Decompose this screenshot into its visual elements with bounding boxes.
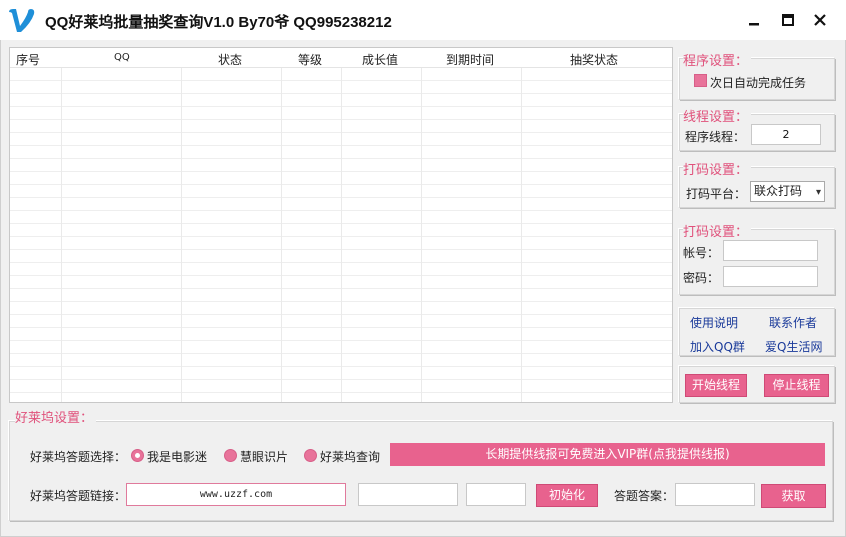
answer-link-input[interactable]: www.uzzf.com	[126, 483, 346, 506]
table-header: 序号 QQ 状态 等级 成长值 到期时间 抽奖状态	[10, 48, 672, 68]
radio-recognize-film[interactable]	[224, 449, 237, 462]
column-header-level[interactable]: 等级	[298, 51, 322, 68]
threads-label: 程序线程：	[685, 130, 746, 144]
start-thread-button[interactable]: 开始线程	[685, 374, 747, 397]
auto-task-checkbox[interactable]	[694, 74, 707, 87]
maximize-icon[interactable]	[778, 10, 798, 30]
join-qq-group-link[interactable]: 加入QQ群	[690, 338, 745, 355]
extra-input-1[interactable]	[358, 483, 458, 506]
app-logo-icon	[9, 9, 35, 32]
auto-task-label: 次日自动完成任务	[710, 76, 807, 90]
radio-hollywood-query-label[interactable]: 好莱坞查询	[320, 448, 380, 465]
program-settings-legend: 程序设置：	[683, 50, 752, 69]
column-header-expiry[interactable]: 到期时间	[446, 51, 494, 68]
usage-link[interactable]: 使用说明	[690, 314, 738, 331]
column-header-index[interactable]: 序号	[16, 51, 40, 68]
radio-movie-fan-label[interactable]: 我是电影迷	[147, 448, 207, 465]
password-input[interactable]	[723, 266, 818, 287]
ai-q-life-link[interactable]: 爱Q生活网	[765, 338, 822, 355]
platform-select[interactable]: 联众打码 ▾	[750, 181, 825, 202]
column-header-growth[interactable]: 成长值	[362, 51, 398, 68]
hollywood-settings-group	[9, 421, 833, 521]
radio-hollywood-query[interactable]	[304, 449, 317, 462]
close-icon[interactable]	[810, 10, 830, 30]
threads-input[interactable]: 2	[751, 124, 821, 145]
answer-choice-label: 好莱坞答题选择：	[30, 450, 127, 464]
contact-author-link[interactable]: 联系作者	[769, 314, 817, 331]
answer-link-label: 好莱坞答题链接：	[30, 489, 127, 503]
window-title: QQ好莱坞批量抽奖查询V1.0 By70爷 QQ995238212	[45, 14, 392, 31]
fetch-button[interactable]: 获取	[761, 484, 826, 508]
radio-recognize-film-label[interactable]: 慧眼识片	[240, 448, 288, 465]
platform-label: 打码平台：	[686, 187, 747, 201]
table-rows-area	[10, 68, 672, 402]
account-input[interactable]	[723, 240, 818, 261]
answer-label: 答题答案：	[614, 489, 675, 503]
account-label: 帐号：	[683, 246, 720, 260]
thread-settings-legend: 线程设置：	[683, 106, 752, 125]
answer-input[interactable]	[675, 483, 755, 506]
results-table[interactable]: 序号 QQ 状态 等级 成长值 到期时间 抽奖状态	[9, 47, 673, 403]
chevron-down-icon: ▾	[815, 187, 821, 198]
extra-input-2[interactable]	[466, 483, 526, 506]
hollywood-settings-legend: 好莱坞设置：	[15, 407, 97, 426]
radio-movie-fan[interactable]	[131, 449, 144, 462]
init-button[interactable]: 初始化	[536, 484, 598, 507]
captcha-account-legend: 打码设置：	[683, 221, 752, 240]
column-header-status[interactable]: 状态	[218, 51, 242, 68]
password-label: 密码：	[683, 271, 720, 285]
column-header-lottery-status[interactable]: 抽奖状态	[570, 51, 618, 68]
captcha-platform-legend: 打码设置：	[683, 159, 752, 178]
vip-tip-banner-button[interactable]: 长期提供线报可免费进入VIP群(点我提供线报)	[390, 443, 825, 466]
title-bar[interactable]: QQ好莱坞批量抽奖查询V1.0 By70爷 QQ995238212	[0, 0, 846, 40]
minimize-icon[interactable]	[744, 10, 764, 30]
column-header-qq[interactable]: QQ	[114, 52, 130, 63]
platform-selected-value: 联众打码	[754, 184, 803, 198]
stop-thread-button[interactable]: 停止线程	[764, 374, 829, 397]
